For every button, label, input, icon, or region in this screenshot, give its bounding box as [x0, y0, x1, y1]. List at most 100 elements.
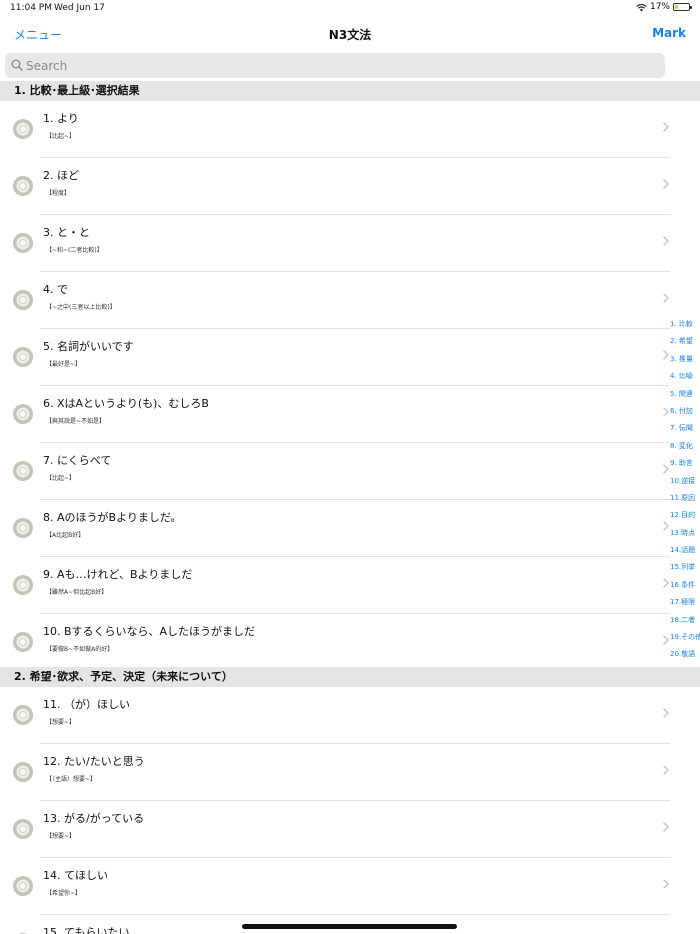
list-item[interactable]: 1. より【比起~】	[0, 101, 670, 158]
battery-percent: 17%	[649, 2, 670, 12]
list-item-title: 2. ほど	[43, 169, 79, 182]
list-item-title: 1. より	[43, 112, 79, 125]
row-divider	[40, 670, 670, 671]
list-item-title: 8. AのほうがBよりましだ。	[43, 511, 182, 524]
cd-icon	[13, 347, 33, 367]
section-index[interactable]: 1. 比較 2. 希望 3. 推量 4. 比喩 5. 関連 6. 付加 7. 伝聞 8. 変化…	[670, 316, 700, 664]
navigation-bar: メニュー N3文法 Mark	[0, 18, 700, 50]
battery-icon	[673, 3, 692, 11]
page-title: N3文法	[328, 28, 372, 42]
list-item[interactable]: 7. にくらべて 【比起~】	[0, 443, 670, 500]
cd-icon	[13, 461, 33, 481]
list-item[interactable]: 12. たい/たいと思う【（主語）想要~】	[0, 744, 670, 801]
list-item-subtitle: 【要做B~不如做A的好】	[46, 646, 114, 653]
list-item[interactable]: 13. がる/がっている 【想要~】	[0, 801, 670, 858]
list-item-subtitle: 【最好是~】	[46, 361, 82, 368]
list-item[interactable]: 3. と・と 【~和~(二者比較)】	[0, 215, 670, 272]
list-item[interactable]: 14. てほしい【希望你~】	[0, 858, 670, 915]
index-item[interactable]: 6. 付加	[670, 403, 700, 420]
chevron-right-icon	[663, 521, 669, 531]
status-bar: 11:04 PM Wed Jun 17 17%	[0, 0, 700, 18]
status-time: 11:04 PM	[10, 3, 52, 13]
cd-icon	[13, 762, 33, 782]
list-item[interactable]: 8. AのほうがBよりましだ。【A比起B好】	[0, 500, 670, 557]
list-item-subtitle: 【比起~】	[46, 475, 76, 482]
mark-button[interactable]: Mark	[652, 26, 686, 40]
index-item[interactable]: 1. 比較	[670, 316, 700, 333]
search-input[interactable]	[26, 53, 656, 78]
list-item-subtitle: 【（主語）想要~】	[46, 776, 97, 783]
list-item-title: 9. Aも…けれど、Bよりましだ	[43, 568, 193, 581]
search-bar[interactable]	[5, 53, 665, 78]
wifi-icon	[636, 3, 647, 12]
cd-icon	[13, 176, 33, 196]
list-item[interactable]: 2. ほど【程度】	[0, 158, 670, 215]
index-item[interactable]: 20.敬語	[670, 646, 700, 663]
index-item[interactable]: 4. 比喩	[670, 368, 700, 385]
cd-icon	[13, 705, 33, 725]
index-item[interactable]: 12.目的	[670, 507, 700, 524]
battery-level	[675, 5, 678, 9]
cd-icon	[13, 233, 33, 253]
list-item-subtitle: 【想要~】	[46, 719, 76, 726]
index-item[interactable]: 5. 関連	[670, 386, 700, 403]
home-indicator	[242, 924, 457, 929]
list-item[interactable]: 10. Bするくらいなら、Aしたほうがましだ【要做B~不如做A的好】	[0, 614, 670, 671]
list-item-title: 11. （が）ほしい	[43, 698, 130, 711]
index-item[interactable]: 7. 伝聞	[670, 420, 700, 437]
index-item[interactable]: 10.逆接	[670, 473, 700, 490]
chevron-right-icon	[663, 765, 669, 775]
list-item-subtitle: 【雖然A~但比起B好】	[46, 589, 108, 596]
list-item[interactable]: 9. Aも…けれど、Bよりましだ【雖然A~但比起B好】	[0, 557, 670, 614]
section-header-1: 1. 比較･最上級･選択結果	[0, 81, 700, 101]
list-item-subtitle: 【~之中(三者以上比較)】	[46, 304, 116, 311]
cd-icon	[13, 575, 33, 595]
index-item[interactable]: 14.話題	[670, 542, 700, 559]
chevron-right-icon	[663, 122, 669, 132]
chevron-right-icon	[663, 464, 669, 474]
list-item[interactable]: 6. XはAというより(も)、むしろB 【與其說是~不如是】	[0, 386, 670, 443]
list-item-title: 15. てもらいたい	[43, 926, 130, 934]
list-item-title: 10. Bするくらいなら、Aしたほうがましだ	[43, 625, 256, 638]
list-item-title: 14. てほしい	[43, 869, 108, 882]
chevron-right-icon	[663, 708, 669, 718]
index-item[interactable]: 17.極限	[670, 594, 700, 611]
chevron-right-icon	[663, 179, 669, 189]
index-item[interactable]: 2. 希望	[670, 333, 700, 350]
cd-icon	[13, 404, 33, 424]
list-item[interactable]: 5. 名詞がいいです 【最好是~】	[0, 329, 670, 386]
list-item-subtitle: 【~和~(二者比較)】	[46, 247, 103, 254]
index-item[interactable]: 8. 変化	[670, 438, 700, 455]
status-date: Wed Jun 17	[54, 3, 105, 13]
status-indicators: 17%	[636, 2, 692, 12]
cd-icon	[13, 518, 33, 538]
list-item-subtitle: 【希望你~】	[46, 890, 82, 897]
index-item[interactable]: 3. 推量	[670, 351, 700, 368]
list-item-subtitle: 【A比起B好】	[46, 532, 85, 539]
list-item-subtitle: 【程度】	[46, 190, 71, 197]
chevron-right-icon	[663, 350, 669, 360]
list-item-title: 12. たい/たいと思う	[43, 755, 145, 768]
index-item[interactable]: 16.条件	[670, 577, 700, 594]
search-icon	[11, 59, 23, 71]
cd-icon	[13, 632, 33, 652]
list-item-subtitle: 【與其說是~不如是】	[46, 418, 106, 425]
index-item[interactable]: 19.その他	[670, 629, 700, 646]
list-item-title: 4. で	[43, 283, 68, 296]
cd-icon	[13, 119, 33, 139]
chevron-right-icon	[663, 407, 669, 417]
index-item[interactable]: 18.二者	[670, 612, 700, 629]
list-item[interactable]: 4. で【~之中(三者以上比較)】	[0, 272, 670, 329]
list-item[interactable]: 11. （が）ほしい【想要~】	[0, 687, 670, 744]
list-item-subtitle: 【比起~】	[46, 133, 76, 140]
index-item[interactable]: 9. 助言	[670, 455, 700, 472]
chevron-right-icon	[663, 236, 669, 246]
index-item[interactable]: 11.原因	[670, 490, 700, 507]
index-item[interactable]: 13.時点	[670, 525, 700, 542]
chevron-right-icon	[663, 635, 669, 645]
list-item-title: 6. XはAというより(も)、むしろB	[43, 397, 209, 410]
cd-icon	[13, 819, 33, 839]
chevron-right-icon	[663, 293, 669, 303]
index-item[interactable]: 15.列挙	[670, 559, 700, 576]
list-item-subtitle: 【想要~】	[46, 833, 76, 840]
